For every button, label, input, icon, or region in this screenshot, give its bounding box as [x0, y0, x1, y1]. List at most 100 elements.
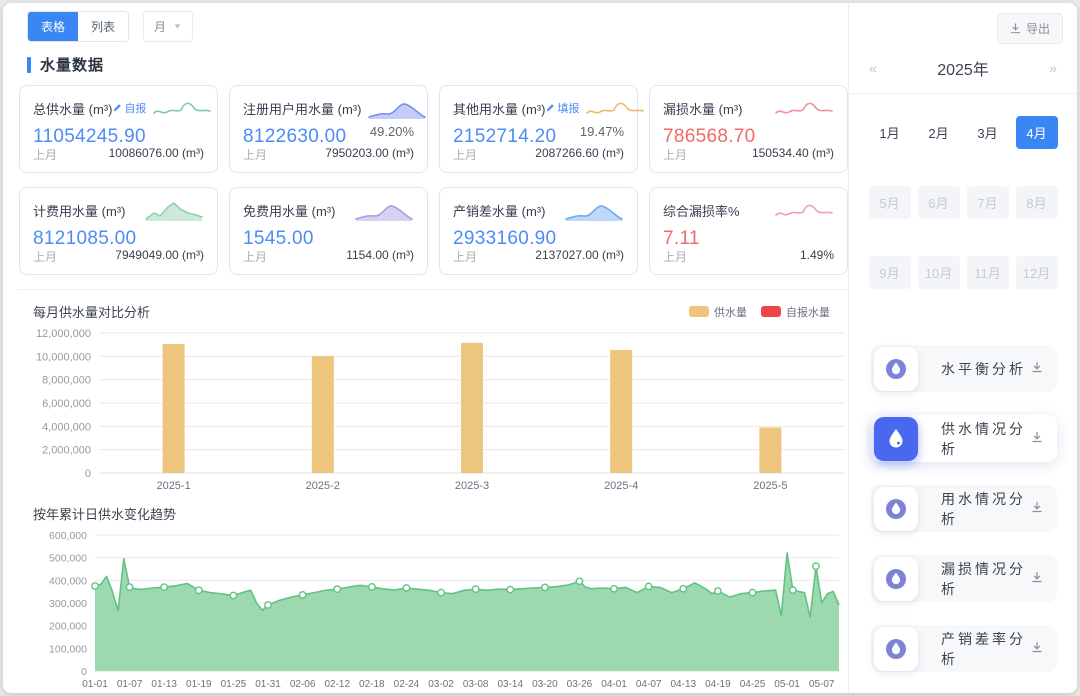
svg-text:12,000,000: 12,000,000 [36, 328, 91, 340]
view-switch: 表格列表 [27, 11, 129, 42]
prev-month-value: 7950203.00 (m³) [325, 146, 414, 163]
legend-item-1[interactable]: 自报水量 [761, 304, 830, 320]
prev-month-label: 上月 [663, 248, 687, 265]
stat-card-prev-row: 上月 1.49% [663, 248, 834, 265]
svg-text:400,000: 400,000 [49, 575, 87, 587]
stat-card-value: 786568.70 [663, 126, 834, 148]
month-cell-8: 8月 [1016, 186, 1058, 219]
legend-swatch [761, 306, 781, 317]
stat-card-2: 其他用水量 (m³)填报2152714.2019.47%上月2087266.60… [439, 85, 638, 173]
svg-text:2,000,000: 2,000,000 [42, 445, 91, 457]
period-select[interactable]: 月 ▼ [143, 11, 193, 42]
svg-text:500,000: 500,000 [49, 553, 87, 565]
toolbar: 表格列表 月 ▼ [27, 11, 848, 41]
sparkline-icon [774, 96, 834, 120]
section-title: 水量数据 [27, 54, 848, 75]
month-cell-4[interactable]: 4月 [1016, 116, 1058, 149]
view-tab-1[interactable]: 列表 [78, 12, 128, 41]
legend-item-0[interactable]: 供水量 [689, 304, 747, 320]
download-icon[interactable] [1031, 430, 1043, 448]
sparkline-icon [354, 198, 414, 222]
month-cell-11: 11月 [967, 256, 1009, 289]
stat-card-5: 免费用水量 (m³)1545.00上月1154.00 (m³) [229, 187, 428, 275]
svg-text:01-31: 01-31 [255, 679, 281, 690]
bar-chart-title: 每月供水量对比分析 [33, 302, 150, 321]
app-window: 表格列表 月 ▼ 水量数据 总供水量 (m³)自报11054245.90上月10… [3, 3, 1077, 693]
stat-card-value: 7.11 [663, 228, 834, 250]
stat-card-prev-row: 上月2137027.00 (m³) [453, 248, 624, 265]
svg-text:03-26: 03-26 [567, 679, 593, 690]
calendar-year-label: 2025年 [879, 56, 1047, 80]
svg-text:05-01: 05-01 [774, 679, 800, 690]
stat-card-header: 免费用水量 (m³) [243, 198, 414, 222]
area-chart-title: 按年累计日供水变化趋势 [33, 504, 176, 523]
view-tab-0[interactable]: 表格 [28, 12, 78, 41]
prev-month-value: 7949049.00 (m³) [115, 248, 204, 265]
water-drop-icon [883, 566, 909, 592]
area-chart-header: 按年累计日供水变化趋势 [33, 504, 830, 523]
stat-card-title: 综合漏损率% [663, 201, 740, 220]
analysis-icon-tile [874, 627, 918, 671]
stat-card-header: 漏损水量 (m³) [663, 96, 834, 120]
chevron-down-icon: ▼ [173, 22, 182, 30]
stat-card-title: 产销差水量 (m³) [453, 201, 545, 220]
export-button[interactable]: 导出 [997, 13, 1063, 44]
analysis-button-3[interactable]: 漏损情况分析 [871, 555, 1057, 602]
legend-label: 自报水量 [786, 304, 830, 320]
stat-card-header: 其他用水量 (m³)填报 [453, 96, 624, 120]
svg-text:01-01: 01-01 [82, 679, 108, 690]
download-icon[interactable] [1031, 500, 1043, 518]
stat-card-value: 2933160.90 [453, 228, 624, 250]
stat-card-title: 漏损水量 (m³) [663, 99, 742, 118]
svg-text:01-19: 01-19 [186, 679, 212, 690]
monthly-supply-bar-chart: 02,000,0004,000,0006,000,0008,000,00010,… [17, 323, 855, 495]
bar-chart-legend: 供水量 自报水量 [689, 304, 830, 320]
water-drop-icon [883, 356, 909, 382]
svg-text:8,000,000: 8,000,000 [42, 375, 91, 387]
analysis-button-label: 产销差率分析 [941, 629, 1031, 669]
sparkline-icon [367, 96, 427, 120]
stat-card-title: 其他用水量 (m³) [453, 99, 545, 118]
month-cell-1[interactable]: 1月 [869, 116, 911, 149]
sparkline-icon [144, 198, 204, 222]
stat-card-6: 产销差水量 (m³) 2933160.90上月2137027.00 (m³) [439, 187, 638, 275]
daily-supply-area-chart: 0100,000200,000300,000400,000500,000600,… [17, 525, 855, 693]
svg-text:02-06: 02-06 [290, 679, 316, 690]
water-drop-icon [883, 636, 909, 662]
prev-month-value: 2137027.00 (m³) [535, 248, 624, 265]
download-icon[interactable] [1031, 640, 1043, 658]
prev-year-icon[interactable]: « [867, 60, 879, 76]
svg-text:01-07: 01-07 [117, 679, 143, 690]
analysis-button-label: 用水情况分析 [941, 489, 1031, 529]
stat-card-3: 漏损水量 (m³) 786568.70上月150534.40 (m³) [649, 85, 848, 173]
svg-text:02-12: 02-12 [324, 679, 350, 690]
svg-text:300,000: 300,000 [49, 598, 87, 610]
sparkline-icon [564, 198, 624, 222]
analysis-button-1[interactable]: 供水情况分析 [871, 415, 1057, 462]
prev-month-value: 1.49% [800, 248, 834, 265]
month-cell-3[interactable]: 3月 [967, 116, 1009, 149]
section-divider [17, 289, 848, 290]
analysis-button-4[interactable]: 产销差率分析 [871, 625, 1057, 672]
analysis-button-2[interactable]: 用水情况分析 [871, 485, 1057, 532]
month-cell-2[interactable]: 2月 [918, 116, 960, 149]
analysis-icon-tile [874, 557, 918, 601]
svg-text:10,000,000: 10,000,000 [36, 351, 91, 363]
svg-text:0: 0 [81, 666, 87, 678]
analysis-button-label: 供水情况分析 [941, 419, 1031, 459]
stat-cards-grid: 总供水量 (m³)自报11054245.90上月10086076.00 (m³)… [19, 85, 848, 275]
svg-text:03-08: 03-08 [463, 679, 489, 690]
next-year-icon[interactable]: » [1047, 60, 1059, 76]
prev-month-label: 上月 [243, 146, 267, 163]
stat-card-percent: 49.20% [370, 124, 414, 139]
calendar-header: « 2025年 » [867, 52, 1059, 84]
page-title: 水量数据 [40, 54, 104, 75]
stat-card-prev-row: 上月1154.00 (m³) [243, 248, 414, 265]
stat-card-prev-row: 上月150534.40 (m³) [663, 146, 834, 163]
legend-swatch [689, 306, 709, 317]
analysis-button-0[interactable]: 水平衡分析 [871, 345, 1057, 392]
download-icon[interactable] [1031, 570, 1043, 588]
download-icon[interactable] [1031, 360, 1043, 378]
analysis-button-label: 水平衡分析 [941, 359, 1026, 379]
water-drop-icon [883, 496, 909, 522]
